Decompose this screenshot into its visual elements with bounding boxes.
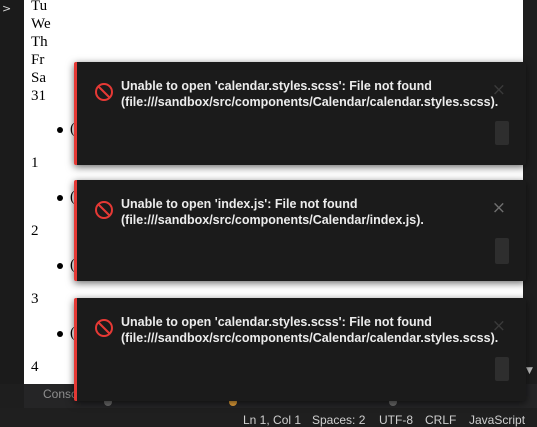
error-icon bbox=[95, 319, 113, 337]
date-number: 31 bbox=[31, 88, 46, 104]
notification-scroll-handle[interactable] bbox=[495, 238, 509, 264]
language-mode[interactable]: JavaScript bbox=[469, 413, 525, 427]
error-notification: Unable to open 'index.js': File not foun… bbox=[74, 180, 526, 281]
notification-scroll-handle[interactable] bbox=[495, 357, 509, 381]
editor-gutter: > bbox=[0, 0, 24, 384]
error-notification: Unable to open 'calendar.styles.scss': F… bbox=[74, 62, 526, 165]
weekday-label: Fr bbox=[31, 52, 45, 68]
notification-message: Unable to open 'calendar.styles.scss': F… bbox=[121, 315, 499, 345]
weekday-label: We bbox=[31, 16, 51, 32]
eol-setting[interactable]: CRLF bbox=[425, 413, 456, 427]
weekday-label: Tu bbox=[31, 0, 48, 14]
close-icon[interactable]: × bbox=[492, 80, 506, 100]
notification-message: Unable to open 'index.js': File not foun… bbox=[121, 197, 424, 227]
list-bullet bbox=[57, 263, 63, 269]
error-icon bbox=[95, 83, 113, 101]
close-icon[interactable]: × bbox=[492, 316, 506, 336]
notification-message: Unable to open 'calendar.styles.scss': F… bbox=[121, 79, 499, 109]
list-bullet bbox=[57, 195, 63, 201]
encoding-setting[interactable]: UTF-8 bbox=[379, 413, 413, 427]
weekday-label: Th bbox=[31, 34, 48, 50]
error-icon bbox=[95, 201, 113, 219]
list-bullet bbox=[57, 331, 63, 337]
close-icon[interactable]: × bbox=[492, 198, 506, 218]
date-number: 3 bbox=[31, 291, 39, 307]
list-bullet bbox=[57, 127, 63, 133]
date-number: 2 bbox=[31, 223, 39, 239]
status-bar: Ln 1, Col 1 Spaces: 2 UTF-8 CRLF JavaScr… bbox=[0, 408, 537, 427]
tab-console[interactable]: Consc bbox=[43, 387, 77, 401]
scroll-down-arrow-icon[interactable]: ▼ bbox=[526, 366, 533, 376]
date-number: 1 bbox=[31, 155, 39, 171]
notification-scroll-handle[interactable] bbox=[495, 121, 509, 145]
chevron-right-icon[interactable]: > bbox=[2, 2, 11, 15]
weekday-label: Sa bbox=[31, 70, 46, 86]
error-notification: Unable to open 'calendar.styles.scss': F… bbox=[74, 298, 526, 401]
indentation-setting[interactable]: Spaces: 2 bbox=[312, 413, 365, 427]
date-number: 4 bbox=[31, 359, 39, 375]
cursor-position[interactable]: Ln 1, Col 1 bbox=[243, 413, 301, 427]
